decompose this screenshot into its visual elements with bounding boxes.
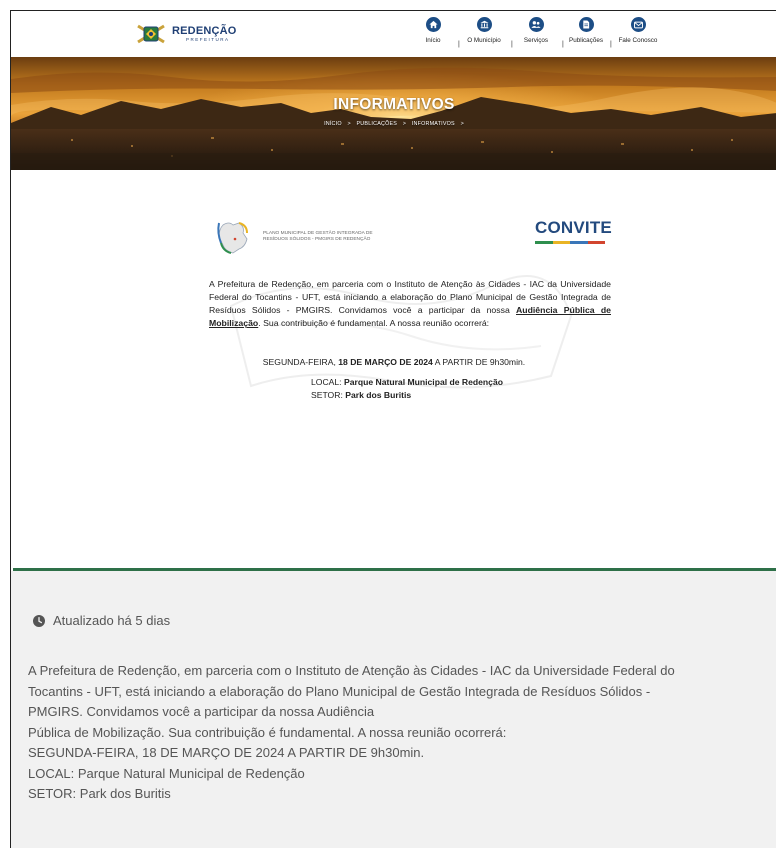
breadcrumb-separator: > (460, 121, 464, 127)
site-header: REDENÇÃO PREFEITURA Início | O Município… (11, 11, 776, 57)
clock-icon (33, 614, 45, 627)
users-icon (528, 17, 544, 32)
home-icon (425, 17, 441, 32)
page-frame: REDENÇÃO PREFEITURA Início | O Município… (10, 10, 776, 848)
nav-municipio[interactable]: O Município (454, 17, 514, 44)
date-value: 18 DE MARÇO DE 2024 (338, 357, 433, 367)
nav-fale-conosco-label: Fale Conosco (618, 37, 658, 44)
date-prefix: SEGUNDA-FEIRA, (262, 357, 339, 367)
breadcrumb-informativos[interactable]: INFORMATIVOS (412, 121, 455, 127)
state-map-icon (217, 222, 248, 254)
article-line: PMGIRS. Convidamos você a participar da … (28, 704, 375, 719)
nav-inicio-label: Início (425, 37, 441, 44)
invite-location: LOCAL: Parque Natural Municipal de Reden… (311, 376, 503, 401)
plan-title-line: RESÍDUOS SÓLIDOS - PMGIRS DE REDENÇÃO (263, 237, 371, 242)
updated-info: Atualizado há 5 dias (33, 613, 170, 628)
article-line: SETOR: Park dos Buritis (28, 786, 171, 801)
breadcrumb-publicacoes[interactable]: PUBLICAÇÕES (357, 121, 398, 127)
invite-date: SEGUNDA-FEIRA, 18 DE MARÇO DE 2024 A PAR… (11, 357, 776, 367)
article-text: A Prefeitura de Redenção, em parceria co… (28, 661, 773, 805)
invite-heading: CONVITE (535, 218, 612, 237)
main-nav: Início | O Município | Serviços | Public… (11, 17, 776, 51)
article-line: Pública de Mobilização. Sua contribuição… (28, 724, 507, 740)
nav-municipio-label: O Município (467, 37, 501, 44)
setor-label: SETOR: (311, 389, 346, 400)
plan-title: PLANO MUNICIPAL DE GESTÃO INTEGRADA DE R… (263, 231, 393, 243)
document-icon (578, 17, 594, 32)
article-line: A Prefeitura de Redenção, em parceria co… (28, 663, 675, 678)
nav-servicos-label: Serviços (523, 37, 549, 44)
article-line: SEGUNDA-FEIRA, 18 DE MARÇO DE 2024 A PAR… (28, 745, 425, 760)
article-line: Tocantins - UFT, está iniciando a elabor… (28, 683, 651, 699)
invite-text: . Sua contribuição é fundamental. A noss… (258, 318, 490, 329)
article-body: Atualizado há 5 dias A Prefeitura de Red… (11, 571, 776, 848)
breadcrumb: INÍCIO > PUBLICAÇÕES > INFORMATIVOS > (11, 121, 776, 127)
setor-value: Park dos Buritis (345, 389, 412, 400)
article-line: LOCAL: Parque Natural Municipal de Reden… (28, 765, 305, 781)
date-suffix: A PARTIR DE 9h30min. (432, 357, 526, 367)
page-title: INFORMATIVOS (333, 96, 455, 113)
breadcrumb-separator: > (402, 121, 407, 127)
invite-paragraph: A Prefeitura de Redenção, em parceria co… (209, 278, 611, 330)
bank-icon (476, 17, 492, 32)
color-stripe (535, 241, 605, 244)
page-banner: INFORMATIVOS INÍCIO > PUBLICAÇÕES > INFO… (11, 57, 776, 170)
updated-text: Atualizado há 5 dias (53, 613, 171, 628)
mail-icon (630, 17, 646, 32)
breadcrumb-inicio[interactable]: INÍCIO (324, 121, 342, 127)
nav-fale-conosco[interactable]: Fale Conosco (608, 17, 668, 44)
breadcrumb-separator: > (347, 121, 351, 127)
local-label: LOCAL: (311, 377, 344, 387)
nav-publicacoes[interactable]: Publicações (556, 17, 616, 44)
invitation-image: PLANO MUNICIPAL DE GESTÃO INTEGRADA DE R… (11, 170, 776, 568)
local-value: Parque Natural Municipal de Redenção (343, 377, 503, 387)
nav-publicacoes-label: Publicações (569, 37, 603, 44)
